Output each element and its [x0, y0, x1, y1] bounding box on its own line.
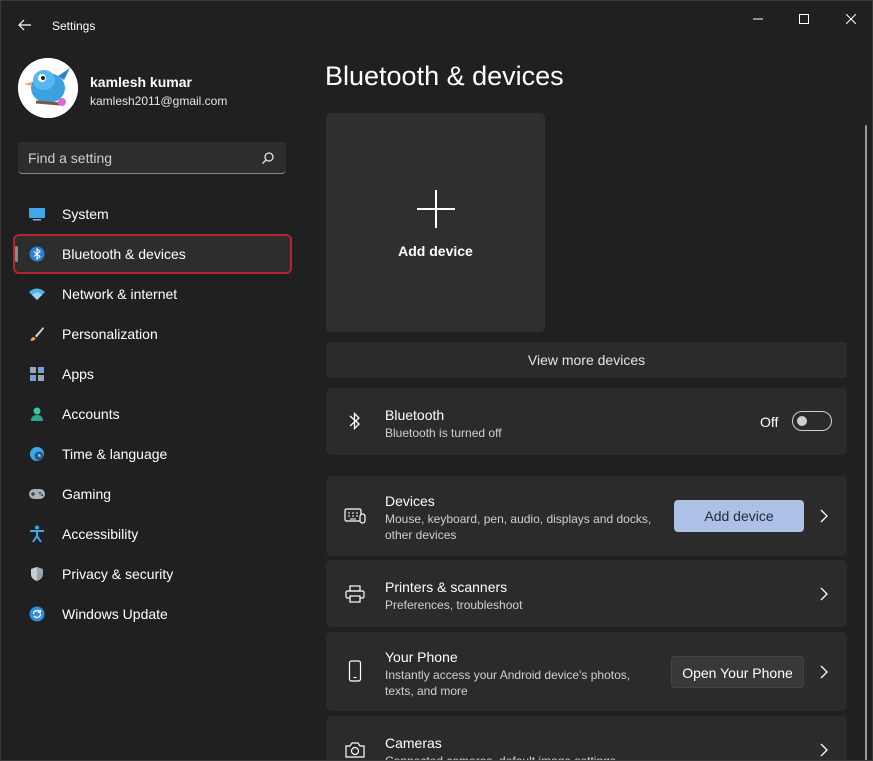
devices-subtitle-line1: Mouse, keyboard, pen, audio, displays an… [385, 512, 652, 526]
minimize-icon [753, 18, 763, 20]
search-input[interactable] [28, 149, 248, 167]
cameras-title: Cameras [385, 735, 442, 751]
apps-icon [28, 365, 46, 383]
bluetooth-toggle[interactable] [792, 411, 832, 431]
plus-icon [417, 190, 455, 228]
sidebar-item-bluetooth-devices[interactable]: Bluetooth & devices [13, 234, 292, 274]
avatar[interactable] [18, 58, 78, 118]
your-phone-title: Your Phone [385, 649, 458, 665]
search-icon[interactable] [261, 151, 275, 165]
sidebar-item-privacy-security[interactable]: Privacy & security [15, 556, 290, 592]
search-box[interactable] [18, 142, 286, 174]
add-device-tile[interactable]: Add device [326, 113, 545, 332]
sidebar-nav: System Bluetooth & devices Network & int… [13, 196, 292, 636]
bluetooth-card: Bluetooth Bluetooth is turned off Off [326, 388, 847, 455]
close-icon [846, 14, 856, 24]
printers-card[interactable]: Printers & scanners Preferences, trouble… [326, 560, 847, 627]
close-button[interactable] [839, 9, 863, 29]
sync-icon [28, 605, 46, 623]
printers-title: Printers & scanners [385, 579, 508, 595]
your-phone-subtitle-line2: texts, and more [385, 684, 468, 698]
sidebar-item-windows-update[interactable]: Windows Update [15, 596, 290, 632]
sidebar-item-label: Accessibility [62, 526, 139, 542]
sidebar-item-accounts[interactable]: Accounts [15, 396, 290, 432]
profile-email: kamlesh2011@gmail.com [90, 94, 228, 108]
back-button[interactable] [13, 13, 37, 37]
sidebar-item-label: Accounts [62, 406, 120, 422]
add-device-button[interactable]: Add device [674, 500, 804, 532]
your-phone-card[interactable]: Your Phone Instantly access your Android… [326, 632, 847, 711]
chevron-right-icon [820, 665, 828, 679]
sidebar-item-apps[interactable]: Apps [15, 356, 290, 392]
bluetooth-title: Bluetooth [385, 407, 445, 423]
bluetooth-toggle-state: Off [760, 414, 779, 430]
keyboard-mouse-icon [344, 505, 366, 527]
sidebar-item-label: Windows Update [62, 606, 168, 622]
minimize-button[interactable] [746, 9, 770, 29]
devices-card[interactable]: Devices Mouse, keyboard, pen, audio, dis… [326, 476, 847, 556]
cameras-subtitle: Connected cameras, default image setting… [385, 754, 616, 761]
maximize-button[interactable] [792, 9, 816, 29]
sidebar-item-label: Apps [62, 366, 94, 382]
settings-window: Settings kamlesh kumar kamlesh2011@gmail… [0, 0, 873, 761]
sidebar-item-label: Time & language [62, 446, 168, 462]
sidebar-item-personalization[interactable]: Personalization [15, 316, 290, 352]
sidebar-item-label: Gaming [62, 486, 112, 502]
page-title: Bluetooth & devices [325, 61, 564, 91]
view-more-devices-button[interactable]: View more devices [326, 342, 847, 378]
sidebar-item-label: System [62, 206, 109, 222]
wifi-icon [28, 285, 46, 303]
chevron-right-icon [820, 743, 828, 757]
sidebar-item-label: Personalization [62, 326, 158, 342]
sidebar-item-accessibility[interactable]: Accessibility [15, 516, 290, 552]
chevron-right-icon [820, 587, 828, 601]
accessibility-icon [28, 525, 46, 543]
bluetooth-subtitle: Bluetooth is turned off [385, 426, 502, 440]
phone-icon [344, 660, 366, 682]
toggle-knob [797, 416, 807, 426]
sidebar-item-label: Network & internet [62, 286, 178, 302]
scrollbar[interactable] [865, 125, 867, 760]
open-your-phone-button[interactable]: Open Your Phone [671, 656, 804, 688]
gamepad-icon [28, 485, 46, 503]
sidebar-item-label: Bluetooth & devices [62, 246, 186, 262]
globe-clock-icon [28, 445, 46, 463]
back-arrow-icon [18, 19, 31, 31]
active-indicator [15, 246, 18, 262]
devices-subtitle-line2: other devices [385, 528, 457, 542]
chevron-right-icon [820, 509, 828, 523]
sidebar-item-gaming[interactable]: Gaming [15, 476, 290, 512]
brush-icon [28, 325, 46, 343]
devices-title: Devices [385, 493, 435, 509]
shield-icon [28, 565, 46, 583]
cameras-card[interactable]: Cameras Connected cameras, default image… [326, 716, 847, 761]
printer-icon [344, 583, 366, 605]
title-bar: Settings [1, 1, 872, 49]
bluetooth-icon [344, 410, 366, 432]
bluetooth-icon [28, 245, 46, 263]
profile-name: kamlesh kumar [90, 74, 192, 90]
sidebar-item-network[interactable]: Network & internet [15, 276, 290, 312]
sidebar-item-system[interactable]: System [15, 196, 290, 232]
sidebar-item-label: Privacy & security [62, 566, 174, 582]
add-device-tile-label: Add device [398, 243, 473, 259]
your-phone-subtitle-line1: Instantly access your Android device's p… [385, 668, 631, 682]
sidebar-item-time-language[interactable]: Time & language [15, 436, 290, 472]
monitor-icon [28, 205, 46, 223]
printers-subtitle: Preferences, troubleshoot [385, 598, 523, 612]
camera-icon [344, 739, 366, 760]
person-icon [28, 405, 46, 423]
app-title: Settings [52, 19, 96, 33]
bird-avatar-icon [18, 58, 78, 118]
maximize-icon [799, 14, 809, 24]
